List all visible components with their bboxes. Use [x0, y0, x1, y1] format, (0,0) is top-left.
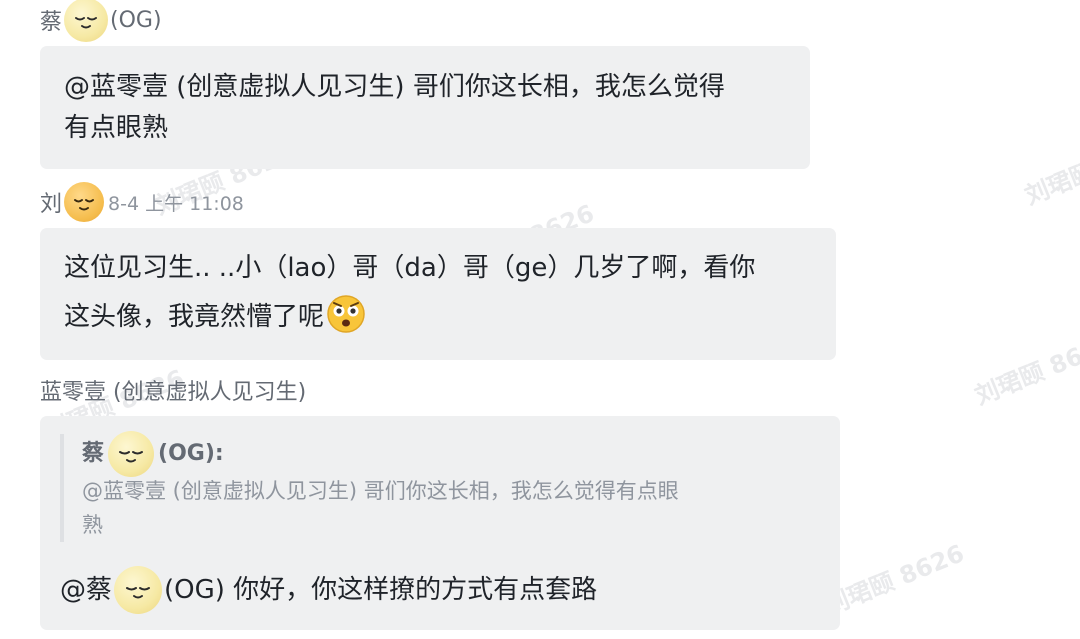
watermark-text: 刘珺颐 8626 [821, 539, 968, 621]
message-text-line: 这头像，我竟然懵了呢 [64, 293, 812, 342]
sender-name-text: 蓝零壹 (创意虚拟人见习生) [40, 380, 307, 405]
smiling-face-emoji-icon [114, 566, 163, 614]
message-text: (OG) 你好，你这样撩的方式有点套路 [164, 575, 598, 605]
sender-name-text: 刘 [40, 192, 63, 217]
message-bubble[interactable]: @蓝零壹 (创意虚拟人见习生) 哥们你这长相，我怎么觉得 有点眼熟 [40, 46, 810, 169]
dizzy-face-emoji-icon [326, 294, 366, 334]
message-text: 这头像，我竟然懵了呢 [64, 302, 325, 332]
quoted-message[interactable]: 蔡 (OG): @蓝零壹 (创意虚拟人见习生) 哥们你这长相，我怎么觉得有点眼 … [60, 431, 816, 542]
quoted-sender-text: (OG): [158, 441, 224, 466]
quoted-text: @蓝零壹 (创意虚拟人见习生) 哥们你这长相，我怎么觉得有点眼 [82, 479, 679, 503]
sender-name-text: (OG) [110, 7, 162, 33]
message-text: @蓝零壹 (创意虚拟人见习生) 哥们你这长相，我怎么觉得 [64, 72, 725, 102]
quoted-text: 熟 [82, 513, 103, 537]
smiling-face-emoji-icon [108, 431, 155, 477]
smiling-face-emoji-icon [64, 0, 109, 42]
watermark-text: 刘珺颐 8626 [971, 329, 1080, 411]
message-bubble[interactable]: 这位见习生.. ..小（lao）哥（da）哥（ge）几岁了啊，看你 这头像，我竟… [40, 228, 836, 360]
message-item: 蔡 (OG) @蓝零壹 (创意虚拟人见习生) 哥们你这长相，我怎么觉得 有点眼熟 [40, 0, 810, 169]
message-timestamp: 8-4 上午 11:08 [108, 192, 244, 215]
sender-name[interactable]: 蓝零壹 (创意虚拟人见习生) [40, 370, 840, 410]
sender-name-text: 蔡 [40, 10, 63, 35]
smiling-face-emoji-icon [64, 182, 105, 222]
watermark-text: 刘珺颐 8626 [1021, 129, 1080, 211]
sender-name[interactable]: 蔡 (OG) [40, 0, 810, 42]
message-bubble[interactable]: 蔡 (OG): @蓝零壹 (创意虚拟人见习生) 哥们你这长相，我怎么觉得有点眼 … [40, 416, 840, 630]
message-text: 这位见习生.. ..小（lao）哥（da）哥（ge）几岁了啊，看你 [64, 253, 756, 283]
message-item: 刘 8-4 上午 11:08 这位见习生.. ..小（lao）哥（da）哥（ge… [40, 182, 836, 360]
mention-text[interactable]: @蔡 [60, 570, 112, 610]
quoted-sender: 蔡 (OG): [82, 431, 816, 477]
message-item: 蓝零壹 (创意虚拟人见习生) 蔡 (OG): @蓝零壹 (创意虚拟人见习生) 哥… [40, 370, 840, 630]
reply-text-line: @蔡 (OG) 你好，你这样撩的方式有点套路 [60, 566, 816, 614]
sender-name[interactable]: 刘 8-4 上午 11:08 [40, 182, 836, 222]
quoted-sender-text: 蔡 [82, 441, 105, 466]
